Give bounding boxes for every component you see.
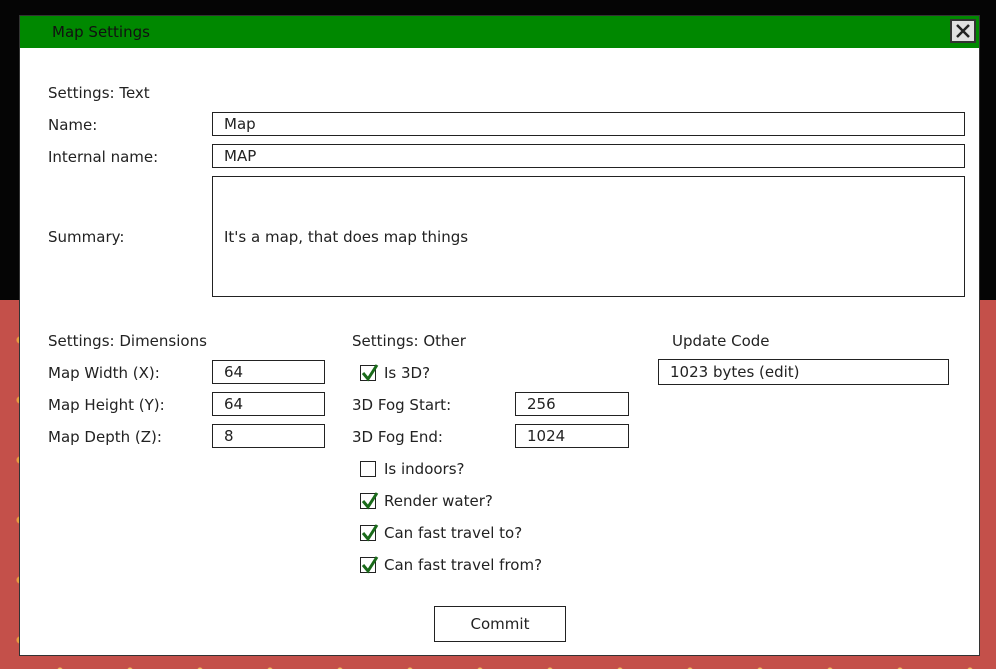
internal-name-input[interactable]: MAP xyxy=(212,144,965,168)
name-label: Name: xyxy=(48,116,98,134)
is-3d-label: Is 3D? xyxy=(384,364,431,382)
name-input[interactable]: Map xyxy=(212,112,965,136)
map-depth-label: Map Depth (Z): xyxy=(48,428,162,446)
fog-end-label: 3D Fog End: xyxy=(352,428,443,446)
summary-textarea[interactable]: It's a map, that does map things xyxy=(212,176,965,297)
commit-button[interactable]: Commit xyxy=(434,606,566,642)
title-bar[interactable]: Map Settings xyxy=(20,16,979,48)
fog-end-input[interactable]: 1024 xyxy=(515,424,629,448)
settings-dimensions-heading: Settings: Dimensions xyxy=(48,332,207,350)
is-3d-checkbox[interactable] xyxy=(360,364,379,382)
map-width-input[interactable]: 64 xyxy=(212,360,325,384)
is-indoors-label: Is indoors? xyxy=(384,460,465,478)
check-mark-icon xyxy=(361,364,379,382)
settings-text-heading: Settings: Text xyxy=(48,84,150,102)
render-water-label: Render water? xyxy=(384,492,493,510)
update-code-edit-field[interactable]: 1023 bytes (edit) xyxy=(658,359,949,385)
render-water-checkbox[interactable] xyxy=(360,492,379,510)
close-icon xyxy=(956,24,970,38)
fog-start-label: 3D Fog Start: xyxy=(352,396,452,414)
map-height-input[interactable]: 64 xyxy=(212,392,325,416)
map-height-label: Map Height (Y): xyxy=(48,396,165,414)
fog-start-input[interactable]: 256 xyxy=(515,392,629,416)
fast-travel-to-label: Can fast travel to? xyxy=(384,524,523,542)
internal-name-label: Internal name: xyxy=(48,148,159,166)
settings-other-heading: Settings: Other xyxy=(352,332,466,350)
map-settings-dialog: Map Settings Settings: Text Name: Map In… xyxy=(19,15,980,656)
fast-travel-to-checkbox[interactable] xyxy=(360,524,379,542)
check-mark-icon xyxy=(361,524,379,542)
is-indoors-checkbox[interactable] xyxy=(360,461,376,477)
update-code-heading: Update Code xyxy=(672,332,770,350)
window-title: Map Settings xyxy=(52,23,150,41)
check-mark-icon xyxy=(361,492,379,510)
fast-travel-from-label: Can fast travel from? xyxy=(384,556,543,574)
check-mark-icon xyxy=(361,556,379,574)
close-button[interactable] xyxy=(950,19,976,43)
fast-travel-from-checkbox[interactable] xyxy=(360,556,379,574)
map-depth-input[interactable]: 8 xyxy=(212,424,325,448)
summary-label: Summary: xyxy=(48,228,125,246)
map-width-label: Map Width (X): xyxy=(48,364,160,382)
